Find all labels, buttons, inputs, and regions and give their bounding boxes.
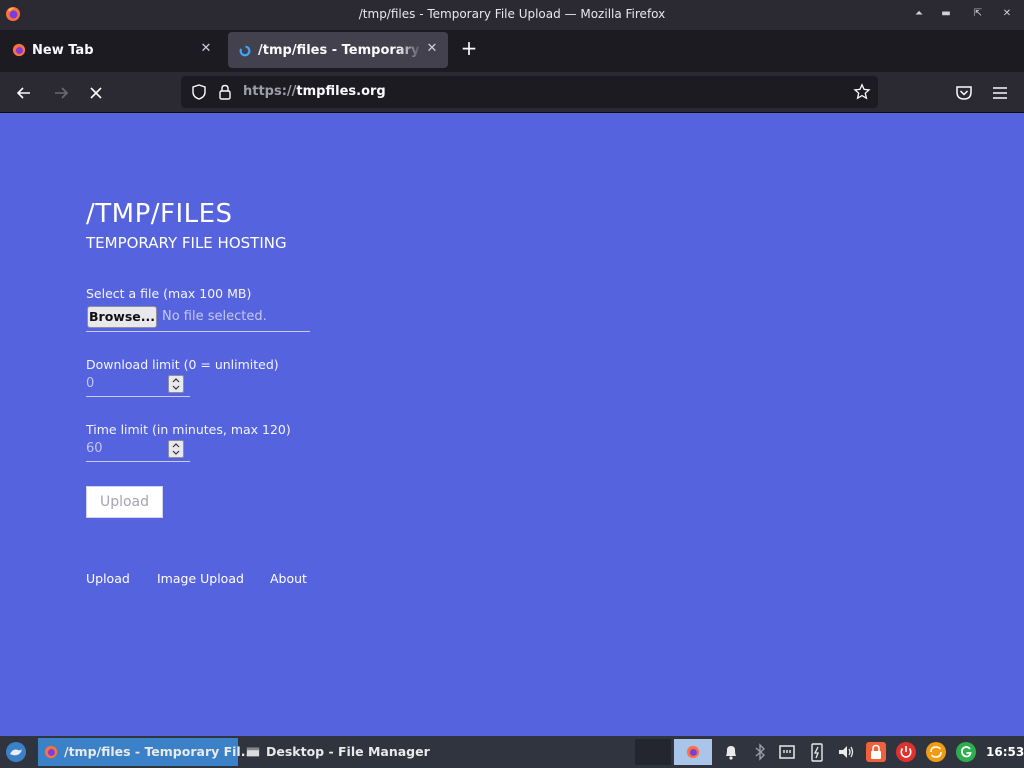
browse-button[interactable]: Browse... <box>87 306 157 328</box>
forward-arrow-icon[interactable] <box>50 82 72 104</box>
download-limit-label: Download limit (0 = unlimited) <box>86 357 279 372</box>
site-subtitle: TEMPORARY FILE HOSTING <box>86 234 287 252</box>
pocket-icon[interactable] <box>953 82 975 104</box>
taskbar-item-label: Desktop - File Manager <box>266 744 430 759</box>
shield-icon[interactable] <box>190 83 208 101</box>
back-arrow-icon[interactable] <box>13 82 35 104</box>
footer-link-about[interactable]: About <box>270 571 307 586</box>
firefox-icon <box>686 745 700 759</box>
url-text[interactable]: https://tmpfiles.org <box>243 84 386 99</box>
power-icon[interactable] <box>895 740 917 764</box>
navigation-toolbar: https://tmpfiles.org <box>0 72 1024 113</box>
tab-strip: New Tab ✕ /tmp/files - Temporary File Up… <box>0 30 1024 72</box>
firefox-icon <box>12 43 26 57</box>
keep-above-icon[interactable]: ⏶ <box>911 6 927 22</box>
tab-label: /tmp/files - Temporary File Upload <box>258 43 422 58</box>
taskbar-item-file-manager[interactable]: Desktop - File Manager <box>240 738 460 766</box>
file-manager-icon <box>246 747 260 757</box>
close-tab-icon[interactable]: ✕ <box>424 41 440 57</box>
time-limit-value: 60 <box>86 441 103 456</box>
window-title: /tmp/files - Temporary File Upload — Moz… <box>358 7 666 21</box>
refresh-app-icon[interactable] <box>955 740 977 764</box>
upload-button[interactable]: Upload <box>86 486 163 518</box>
taskbar-item-firefox[interactable]: /tmp/files - Temporary Fil... <box>38 738 255 766</box>
update-icon[interactable] <box>925 740 947 764</box>
clock: 16:53 <box>986 745 1024 759</box>
web-page: /TMP/FILES TEMPORARY FILE HOSTING Select… <box>0 113 1024 736</box>
workspace-preview[interactable] <box>674 739 712 765</box>
battery-icon[interactable] <box>806 740 828 764</box>
maximize-button[interactable]: ⇱ <box>970 6 986 22</box>
notification-bell-icon[interactable] <box>720 740 742 764</box>
window-titlebar: /tmp/files - Temporary File Upload — Moz… <box>0 0 1024 30</box>
lock-icon[interactable] <box>217 83 233 101</box>
tab-tmpfiles[interactable]: /tmp/files - Temporary File Upload ✕ <box>228 32 448 68</box>
file-status-text: No file selected. <box>162 309 267 324</box>
close-tab-icon[interactable]: ✕ <box>198 41 214 57</box>
download-limit-input[interactable]: 0 <box>86 373 190 397</box>
site-title: /TMP/FILES <box>86 199 233 229</box>
spinner-arrows-icon <box>172 378 180 390</box>
new-tab-button[interactable]: + <box>458 38 480 60</box>
minimize-button[interactable]: ▬ <box>938 6 954 22</box>
time-limit-stepper[interactable] <box>168 440 184 458</box>
tab-new-tab[interactable]: New Tab ✕ <box>2 32 220 68</box>
bookmark-star-icon[interactable] <box>853 83 871 101</box>
url-scheme: https:// <box>243 84 297 99</box>
time-limit-label: Time limit (in minutes, max 120) <box>86 422 291 437</box>
start-menu-icon[interactable] <box>4 741 28 763</box>
workspace-switcher[interactable] <box>635 739 671 765</box>
taskbar-item-label: /tmp/files - Temporary Fil... <box>64 744 255 759</box>
tab-label: New Tab <box>32 43 94 58</box>
file-field-label: Select a file (max 100 MB) <box>86 286 252 301</box>
download-limit-value: 0 <box>86 376 95 391</box>
footer-link-image-upload[interactable]: Image Upload <box>157 571 244 586</box>
stop-loading-icon[interactable] <box>85 82 107 104</box>
footer-link-upload[interactable]: Upload <box>86 571 130 586</box>
spinner-arrows-icon <box>172 443 180 455</box>
time-limit-input[interactable]: 60 <box>86 438 190 462</box>
network-icon[interactable] <box>776 740 798 764</box>
taskbar: /tmp/files - Temporary Fil... Desktop - … <box>0 736 1024 768</box>
address-bar[interactable]: https://tmpfiles.org <box>181 76 878 108</box>
firefox-icon <box>44 745 58 759</box>
close-window-button[interactable]: ✕ <box>999 6 1015 22</box>
bluetooth-icon[interactable] <box>749 740 771 764</box>
loading-icon <box>239 45 251 57</box>
hamburger-menu-icon[interactable] <box>989 82 1011 104</box>
volume-icon[interactable] <box>835 740 857 764</box>
lock-screen-icon[interactable] <box>865 740 887 764</box>
download-limit-stepper[interactable] <box>168 375 184 393</box>
file-input-underline <box>86 331 310 332</box>
url-host: tmpfiles.org <box>296 84 386 99</box>
